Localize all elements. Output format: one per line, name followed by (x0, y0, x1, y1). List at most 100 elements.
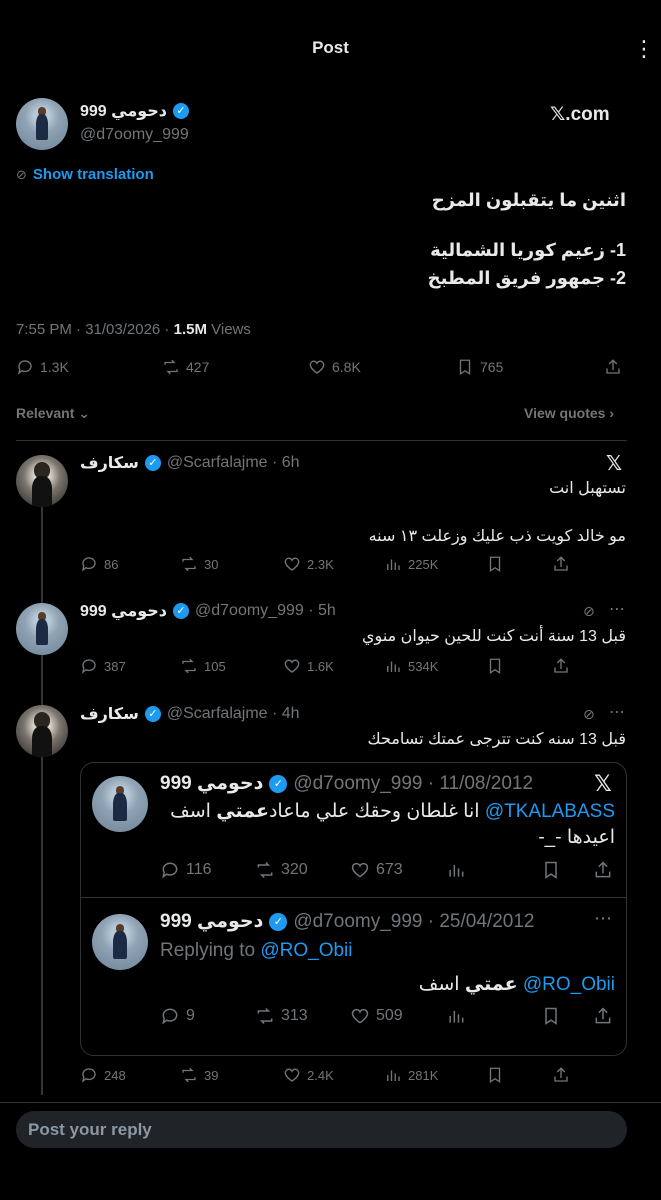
view-quotes-label: View quotes (524, 405, 606, 421)
share-icon (554, 658, 568, 673)
share-button[interactable] (552, 1066, 570, 1084)
reply-button[interactable]: 86 (80, 555, 118, 573)
share-button[interactable] (604, 358, 622, 376)
reply-count: 86 (104, 556, 119, 572)
repost-button[interactable]: 313 (255, 1006, 308, 1026)
avatar[interactable] (16, 603, 68, 655)
views-button[interactable] (446, 1006, 466, 1026)
bookmark-icon (489, 658, 501, 675)
reply-button[interactable]: 248 (80, 1066, 126, 1084)
repost-count: 320 (281, 861, 308, 878)
reply-1-line-1: تستهبل انت (549, 480, 626, 497)
reply-1-header[interactable]: سكارف ✓ @Scarfalajme · 6h (80, 453, 300, 473)
share-button[interactable] (552, 657, 570, 675)
like-button[interactable]: 1.6K (283, 657, 334, 675)
more-icon[interactable]: ⋯ (594, 908, 612, 929)
share-button[interactable] (593, 860, 613, 880)
relevant-dropdown[interactable]: Relevant ⌄ (16, 405, 90, 422)
verified-icon: ✓ (269, 774, 288, 793)
reply-composer[interactable]: Post your reply (16, 1111, 627, 1148)
replying-to-handle[interactable]: @RO_Obii (260, 940, 352, 961)
bookmark-button[interactable] (486, 555, 504, 573)
bookmark-icon (545, 1007, 557, 1025)
divider (0, 1102, 661, 1103)
bookmark-button[interactable] (486, 1066, 504, 1084)
more-icon[interactable]: ⋯ (609, 599, 625, 619)
reply-button[interactable]: 387 (80, 657, 126, 675)
avatar[interactable] (16, 455, 68, 507)
verified-icon: ✓ (144, 706, 161, 722)
bookmark-button[interactable]: 765 (456, 358, 503, 376)
more-menu-button[interactable]: ⋮ (632, 36, 656, 64)
like-button[interactable]: 673 (350, 860, 403, 880)
bookmark-button[interactable] (486, 657, 504, 675)
translate-icon[interactable]: ⊘ (583, 706, 595, 723)
analytics-icon (387, 559, 400, 570)
avatar[interactable] (92, 914, 148, 970)
repost-icon (257, 861, 273, 879)
reply-3-header[interactable]: سكارف ✓ @Scarfalajme · 4h (80, 704, 300, 724)
translate-icon: ⊘ (16, 166, 27, 182)
like-button[interactable]: 6.8K (308, 358, 361, 376)
share-button[interactable] (552, 555, 570, 573)
views-count: 534K (408, 658, 439, 674)
like-count: 1.6K (307, 658, 334, 674)
heart-icon (284, 557, 300, 571)
avatar[interactable] (16, 705, 68, 757)
reply-2-handle: @d7oomy_999 · 5h (195, 602, 336, 619)
repost-button[interactable]: 30 (180, 555, 218, 573)
reply-button[interactable]: 9 (160, 1006, 195, 1026)
quote-2-header[interactable]: دحومي 999 ✓ @d7oomy_999 · 25/04/2012 (160, 910, 534, 933)
reply-1-line-2: مو خالد كويت ذب عليك وزعلت ١٣ سنه (368, 528, 626, 545)
show-translation-label: Show translation (32, 166, 154, 183)
repost-icon (182, 556, 196, 572)
show-translation-link[interactable]: ⊘ Show translation (16, 166, 154, 183)
reply-button[interactable]: 116 (160, 860, 212, 880)
repost-count: 105 (204, 658, 226, 674)
repost-button[interactable]: 105 (180, 657, 226, 675)
reply-1-handle: @Scarfalajme · 6h (166, 454, 300, 471)
share-icon (595, 1007, 611, 1024)
bookmark-button[interactable] (541, 1006, 561, 1026)
views-button[interactable]: 534K (384, 657, 438, 675)
reply-2-name: دحومي 999 (80, 603, 168, 620)
like-button[interactable]: 509 (350, 1006, 403, 1026)
author-name-row[interactable]: دحومي 999 ✓ (80, 101, 190, 121)
repost-button[interactable]: 39 (180, 1066, 218, 1084)
repost-count: 313 (281, 1007, 308, 1024)
like-count: 673 (376, 861, 403, 878)
reply-2-header[interactable]: دحومي 999 ✓ @d7oomy_999 · 5h (80, 601, 336, 621)
post-views-label: Views (206, 321, 251, 338)
share-button[interactable] (593, 1006, 613, 1026)
reply-input-placeholder[interactable]: Post your reply (28, 1120, 152, 1139)
verified-icon: ✓ (144, 455, 161, 471)
divider (16, 440, 627, 441)
view-quotes-link[interactable]: View quotes › (524, 405, 614, 421)
views-button[interactable]: 281K (384, 1066, 438, 1084)
views-button[interactable] (446, 860, 466, 880)
avatar[interactable] (16, 98, 68, 150)
author-handle[interactable]: @d7oomy_999 (80, 126, 189, 144)
quote-1-header[interactable]: دحومي 999 ✓ @d7oomy_999 · 11/08/2012 (160, 772, 533, 795)
avatar[interactable] (92, 776, 148, 832)
views-button[interactable]: 225K (384, 555, 438, 573)
repost-button[interactable]: 427 (162, 358, 209, 376)
reply-button[interactable]: 1.3K (16, 358, 69, 376)
translate-icon[interactable]: ⊘ (583, 603, 595, 620)
analytics-icon (449, 1011, 464, 1023)
more-icon[interactable]: ⋯ (609, 702, 625, 722)
quote-2-mention[interactable]: @RO_Obii (523, 974, 615, 995)
relevant-label: Relevant (16, 405, 75, 421)
repost-button[interactable]: 320 (255, 860, 308, 880)
quote-1-mention[interactable]: @TKALABASS (485, 801, 615, 822)
post-line-3: 2- جمهور فريق المطبخ (427, 268, 626, 288)
like-button[interactable]: 2.3K (283, 555, 334, 573)
like-button[interactable]: 2.4K (283, 1066, 334, 1084)
verified-icon: ✓ (269, 912, 288, 931)
bookmark-button[interactable] (541, 860, 561, 880)
analytics-icon (387, 1070, 400, 1081)
reply-icon (81, 659, 96, 674)
thread-line (41, 505, 43, 1095)
repost-icon (182, 1067, 196, 1083)
x-logo-icon: 𝕏 (594, 771, 612, 796)
